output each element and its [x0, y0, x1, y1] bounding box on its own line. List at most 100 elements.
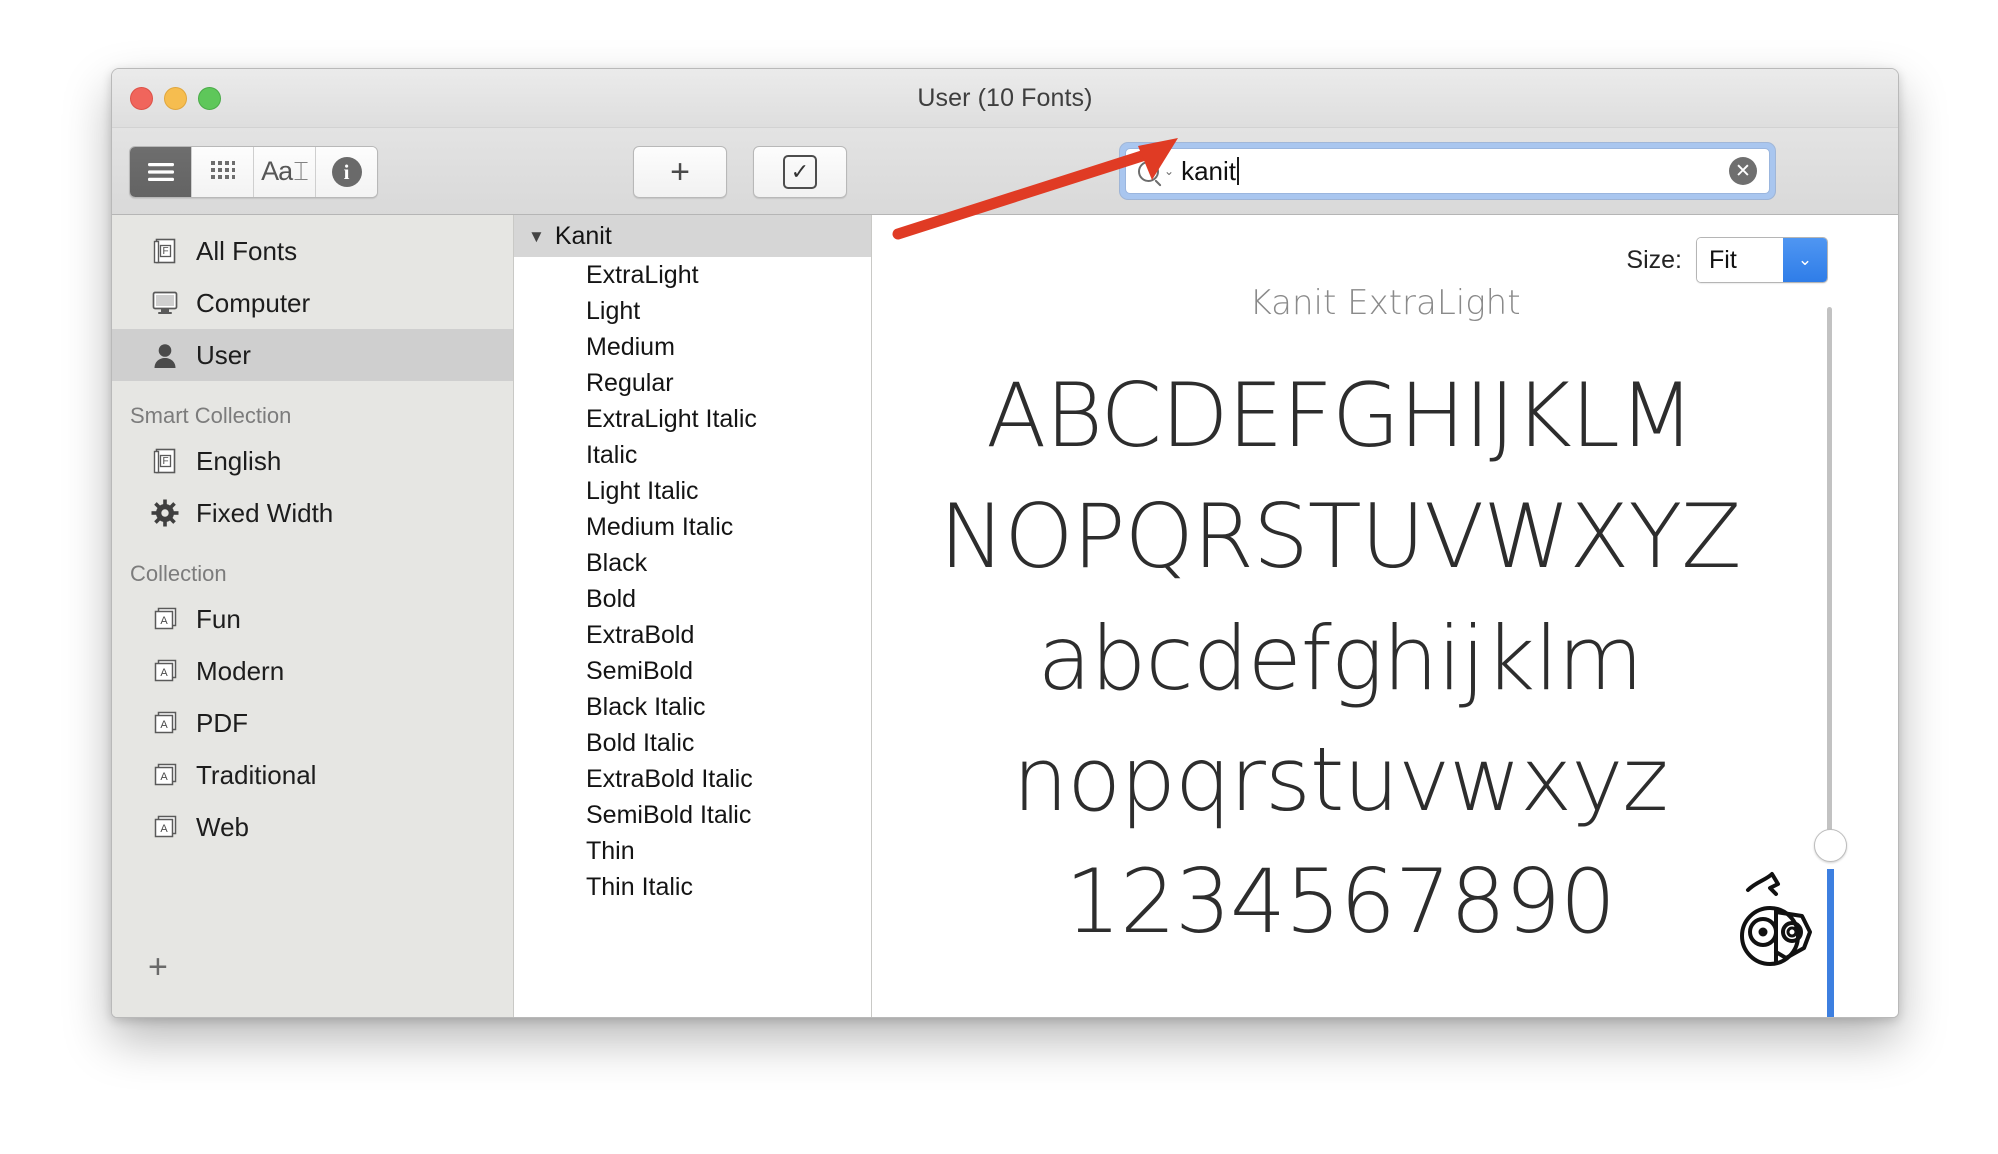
collection-icon: A	[150, 604, 180, 634]
sidebar-item-modern[interactable]: A Modern	[112, 645, 513, 697]
font-style-row[interactable]: Medium Italic	[514, 509, 871, 545]
sidebar-item-label: Traditional	[196, 760, 316, 791]
sidebar-item-web[interactable]: A Web	[112, 801, 513, 853]
font-style-row[interactable]: ExtraBold Italic	[514, 761, 871, 797]
sidebar-header-collection: Collection	[112, 539, 513, 593]
size-select[interactable]: Fit ⌄	[1696, 237, 1828, 283]
chevron-down-icon[interactable]: ⌄	[1783, 238, 1827, 282]
size-label: Size:	[1626, 246, 1682, 275]
font-size-slider[interactable]	[1812, 307, 1846, 1018]
font-style-row[interactable]: Light Italic	[514, 473, 871, 509]
svg-text:A: A	[160, 615, 168, 627]
svg-text:A: A	[160, 823, 168, 835]
text-caret	[1237, 157, 1239, 185]
font-style-row[interactable]: Black Italic	[514, 689, 871, 725]
window-title: User (10 Fonts)	[112, 84, 1898, 113]
slider-thumb[interactable]	[1814, 829, 1847, 862]
svg-text:A: A	[160, 771, 168, 783]
preview-sample-text: ABCDEFGHIJKLM NOPQRSTUVWXYZ abcdefghijkl…	[872, 355, 1808, 962]
font-style-row[interactable]: Thin Italic	[514, 869, 871, 905]
gear-icon	[150, 498, 180, 528]
font-style-row[interactable]: Medium	[514, 329, 871, 365]
screenshot-root: User (10 Fonts)	[0, 0, 1998, 1154]
font-style-row[interactable]: ExtraLight	[514, 257, 871, 293]
list-lines-icon	[146, 161, 176, 183]
computer-icon	[150, 288, 180, 318]
sample-line: abcdefghijklm	[872, 598, 1808, 719]
plus-icon: +	[670, 155, 690, 189]
sidebar-item-fun[interactable]: A Fun	[112, 593, 513, 645]
search-field-inner[interactable]: ⌄ kanit ✕	[1125, 148, 1770, 194]
user-icon	[150, 340, 180, 370]
sample-view-button[interactable]: Aa⌶	[254, 147, 316, 197]
grid-view-button[interactable]	[192, 147, 254, 197]
sidebar-item-pdf[interactable]: A PDF	[112, 697, 513, 749]
collection-icon: A	[150, 656, 180, 686]
sidebar-item-label: Web	[196, 812, 249, 843]
sidebar-header-smart-collection: Smart Collection	[112, 381, 513, 435]
font-style-row[interactable]: SemiBold	[514, 653, 871, 689]
ibeam-icon: ⌶	[293, 156, 308, 188]
sidebar-item-label: Modern	[196, 656, 284, 687]
aa-text-icon: Aa⌶	[261, 156, 308, 188]
window-body: F All Fonts Computer	[112, 215, 1898, 1018]
sidebar-item-fixed-width[interactable]: Fixed Width	[112, 487, 513, 539]
sidebar-item-label: English	[196, 446, 281, 477]
add-collection-button[interactable]: +	[148, 950, 168, 984]
add-font-button[interactable]: +	[633, 146, 727, 198]
chevron-down-icon: ⌄	[1164, 165, 1174, 177]
slider-track-upper	[1827, 307, 1832, 837]
sidebar-item-traditional[interactable]: A Traditional	[112, 749, 513, 801]
size-value[interactable]: Fit	[1697, 238, 1783, 282]
view-mode-segmented-control[interactable]: Aa⌶ i	[129, 146, 378, 198]
sidebar-item-label: Fun	[196, 604, 241, 635]
validate-font-button[interactable]: ✓	[753, 146, 847, 198]
font-book-icon: F	[150, 236, 180, 266]
font-family-row[interactable]: ▼ Kanit	[514, 215, 871, 257]
search-icon[interactable]: ⌄	[1138, 161, 1174, 182]
sidebar: F All Fonts Computer	[112, 215, 514, 1018]
svg-text:F: F	[162, 456, 168, 467]
collection-icon: A	[150, 760, 180, 790]
search-input[interactable]: kanit	[1181, 156, 1236, 187]
preview-font-name: Kanit ExtraLight	[872, 283, 1898, 323]
font-style-row[interactable]: SemiBold Italic	[514, 797, 871, 833]
sidebar-item-all-fonts[interactable]: F All Fonts	[112, 225, 513, 277]
sidebar-item-label: Computer	[196, 288, 310, 319]
sample-line: nopqrstuvwxyz	[872, 719, 1808, 840]
aa-label: Aa	[261, 156, 292, 187]
font-style-row[interactable]: Italic	[514, 437, 871, 473]
font-style-row[interactable]: Thin	[514, 833, 871, 869]
sample-line: ABCDEFGHIJKLM	[872, 355, 1808, 476]
font-book-window: User (10 Fonts)	[111, 68, 1899, 1018]
font-style-row[interactable]: Bold	[514, 581, 871, 617]
disclosure-triangle-icon[interactable]: ▼	[528, 228, 545, 245]
font-family-name: Kanit	[555, 222, 612, 251]
sample-line: NOPQRSTUVWXYZ	[872, 476, 1808, 597]
sidebar-item-user[interactable]: User	[112, 329, 513, 381]
sidebar-item-computer[interactable]: Computer	[112, 277, 513, 329]
font-list: ▼ Kanit ExtraLight Light Medium Regular …	[514, 215, 872, 1018]
font-style-row[interactable]: Regular	[514, 365, 871, 401]
font-style-row[interactable]: ExtraBold	[514, 617, 871, 653]
font-style-row[interactable]: Black	[514, 545, 871, 581]
collection-icon: A	[150, 812, 180, 842]
font-book-icon: F	[150, 446, 180, 476]
clear-search-button[interactable]: ✕	[1729, 157, 1757, 185]
toolbar: Aa⌶ i + ✓ ⌄ kanit	[112, 128, 1898, 215]
font-style-row[interactable]: ExtraLight Italic	[514, 401, 871, 437]
sidebar-item-label: User	[196, 340, 251, 371]
sidebar-item-english[interactable]: F English	[112, 435, 513, 487]
list-view-button[interactable]	[130, 147, 192, 197]
grid-dots-icon	[210, 160, 236, 184]
slider-track-lower	[1827, 869, 1834, 1018]
font-style-row[interactable]: Light	[514, 293, 871, 329]
size-control: Size: Fit ⌄	[1626, 237, 1828, 283]
checkbox-check-icon: ✓	[783, 155, 817, 189]
search-field[interactable]: ⌄ kanit ✕	[1120, 143, 1775, 199]
info-circle-icon: i	[332, 157, 362, 187]
info-view-button[interactable]: i	[316, 147, 377, 197]
collection-icon: A	[150, 708, 180, 738]
magnifier-icon	[1138, 161, 1159, 182]
font-style-row[interactable]: Bold Italic	[514, 725, 871, 761]
